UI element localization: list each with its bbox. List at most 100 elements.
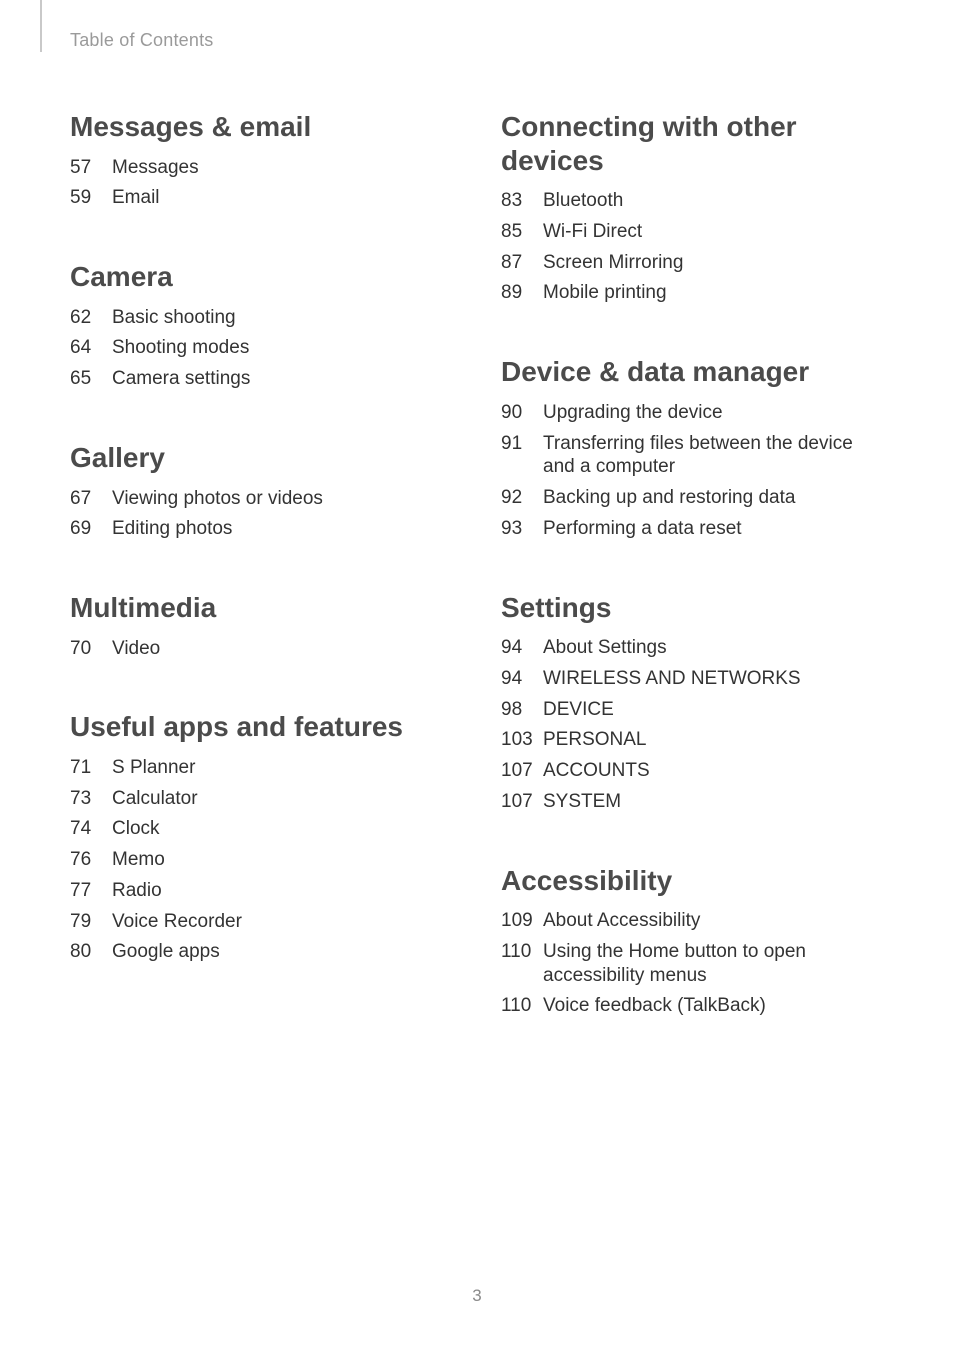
section-title[interactable]: Settings [501,591,884,625]
entry-title: Email [112,186,453,210]
toc-entry[interactable]: 110Using the Home button to open accessi… [501,940,884,988]
toc-entry[interactable]: 107ACCOUNTS [501,759,884,783]
entry-title: WIRELESS AND NETWORKS [543,667,884,691]
entry-page-number: 59 [70,186,112,210]
left-column: Messages & email57Messages59EmailCamera6… [70,110,453,1068]
entry-page-number: 74 [70,817,112,841]
entry-title: Using the Home button to open accessibil… [543,940,884,988]
entry-title: Editing photos [112,517,453,541]
entry-title: About Settings [543,636,884,660]
entry-title: Google apps [112,940,453,964]
entry-page-number: 64 [70,336,112,360]
toc-entry[interactable]: 109About Accessibility [501,909,884,933]
toc-section: Messages & email57Messages59Email [70,110,453,210]
entry-title: Transferring files between the device an… [543,432,884,480]
toc-columns: Messages & email57Messages59EmailCamera6… [70,32,884,1068]
entry-title: PERSONAL [543,728,884,752]
entry-title: Radio [112,879,453,903]
toc-section: Settings94About Settings94WIRELESS AND N… [501,591,884,814]
entry-title: Calculator [112,787,453,811]
toc-entry[interactable]: 87Screen Mirroring [501,251,884,275]
section-title[interactable]: Device & data manager [501,355,884,389]
entry-title: Bluetooth [543,189,884,213]
section-title[interactable]: Connecting with other devices [501,110,884,177]
entry-title: Messages [112,156,453,180]
toc-section: Useful apps and features71S Planner73Cal… [70,710,453,964]
section-title[interactable]: Camera [70,260,453,294]
toc-section: Multimedia 70Video [70,591,453,660]
entry-page-number: 110 [501,994,543,1018]
entry-title: Performing a data reset [543,517,884,541]
entry-title: Basic shooting [112,306,453,330]
entry-title: Viewing photos or videos [112,487,453,511]
toc-entry[interactable]: 74Clock [70,817,453,841]
toc-entry[interactable]: 83Bluetooth [501,189,884,213]
section-title[interactable]: Messages & email [70,110,453,144]
toc-entry[interactable]: 77Radio [70,879,453,903]
toc-entry[interactable]: 110Voice feedback (TalkBack) [501,994,884,1018]
entry-page-number: 67 [70,487,112,511]
entry-title: Video [112,637,453,661]
entry-page-number: 70 [70,637,112,661]
entry-title: Memo [112,848,453,872]
toc-entry[interactable]: 76Memo [70,848,453,872]
entry-title: ACCOUNTS [543,759,884,783]
toc-entry[interactable]: 65Camera settings [70,367,453,391]
entry-page-number: 109 [501,909,543,933]
toc-section: Accessibility 109About Accessibility 110Us… [501,864,884,1019]
toc-entry[interactable]: 79Voice Recorder [70,910,453,934]
entry-page-number: 98 [501,698,543,722]
section-title[interactable]: Useful apps and features [70,710,453,744]
entry-page-number: 65 [70,367,112,391]
entry-title: S Planner [112,756,453,780]
entry-title: Wi-Fi Direct [543,220,884,244]
entry-page-number: 71 [70,756,112,780]
entry-page-number: 69 [70,517,112,541]
toc-entry[interactable]: 94About Settings [501,636,884,660]
entry-page-number: 76 [70,848,112,872]
entry-page-number: 94 [501,636,543,660]
entry-page-number: 89 [501,281,543,305]
toc-section: Camera62Basic shooting64Shooting modes65… [70,260,453,391]
toc-entry[interactable]: 98DEVICE [501,698,884,722]
toc-entry[interactable]: 103PERSONAL [501,728,884,752]
section-title[interactable]: Gallery [70,441,453,475]
toc-entry[interactable]: 71S Planner [70,756,453,780]
toc-entry[interactable]: 70Video [70,637,453,661]
entry-title: SYSTEM [543,790,884,814]
entry-page-number: 77 [70,879,112,903]
section-title[interactable]: Accessibility [501,864,884,898]
toc-entry[interactable]: 92Backing up and restoring data [501,486,884,510]
toc-entry[interactable]: 64Shooting modes [70,336,453,360]
entry-page-number: 73 [70,787,112,811]
toc-entry[interactable]: 73Calculator [70,787,453,811]
entry-page-number: 92 [501,486,543,510]
section-title[interactable]: Multimedia [70,591,453,625]
entry-page-number: 85 [501,220,543,244]
entry-page-number: 93 [501,517,543,541]
toc-entry[interactable]: 69Editing photos [70,517,453,541]
entry-page-number: 80 [70,940,112,964]
entry-title: Upgrading the device [543,401,884,425]
toc-entry[interactable]: 91Transferring files between the device … [501,432,884,480]
entry-title: Mobile printing [543,281,884,305]
entry-page-number: 87 [501,251,543,275]
toc-entry[interactable]: 57Messages [70,156,453,180]
toc-entry[interactable]: 80Google apps [70,940,453,964]
entry-title: Clock [112,817,453,841]
toc-entry[interactable]: 62Basic shooting [70,306,453,330]
toc-entry[interactable]: 89Mobile printing [501,281,884,305]
entry-title: About Accessibility [543,909,884,933]
entry-page-number: 79 [70,910,112,934]
toc-entry[interactable]: 93Performing a data reset [501,517,884,541]
toc-entry[interactable]: 94WIRELESS AND NETWORKS [501,667,884,691]
entry-title: Shooting modes [112,336,453,360]
entry-page-number: 57 [70,156,112,180]
toc-entry[interactable]: 90Upgrading the device [501,401,884,425]
toc-entry[interactable]: 59Email [70,186,453,210]
toc-entry[interactable]: 85Wi-Fi Direct [501,220,884,244]
header-rule [40,0,42,52]
toc-entry[interactable]: 67Viewing photos or videos [70,487,453,511]
entry-page-number: 91 [501,432,543,456]
toc-entry[interactable]: 107SYSTEM [501,790,884,814]
